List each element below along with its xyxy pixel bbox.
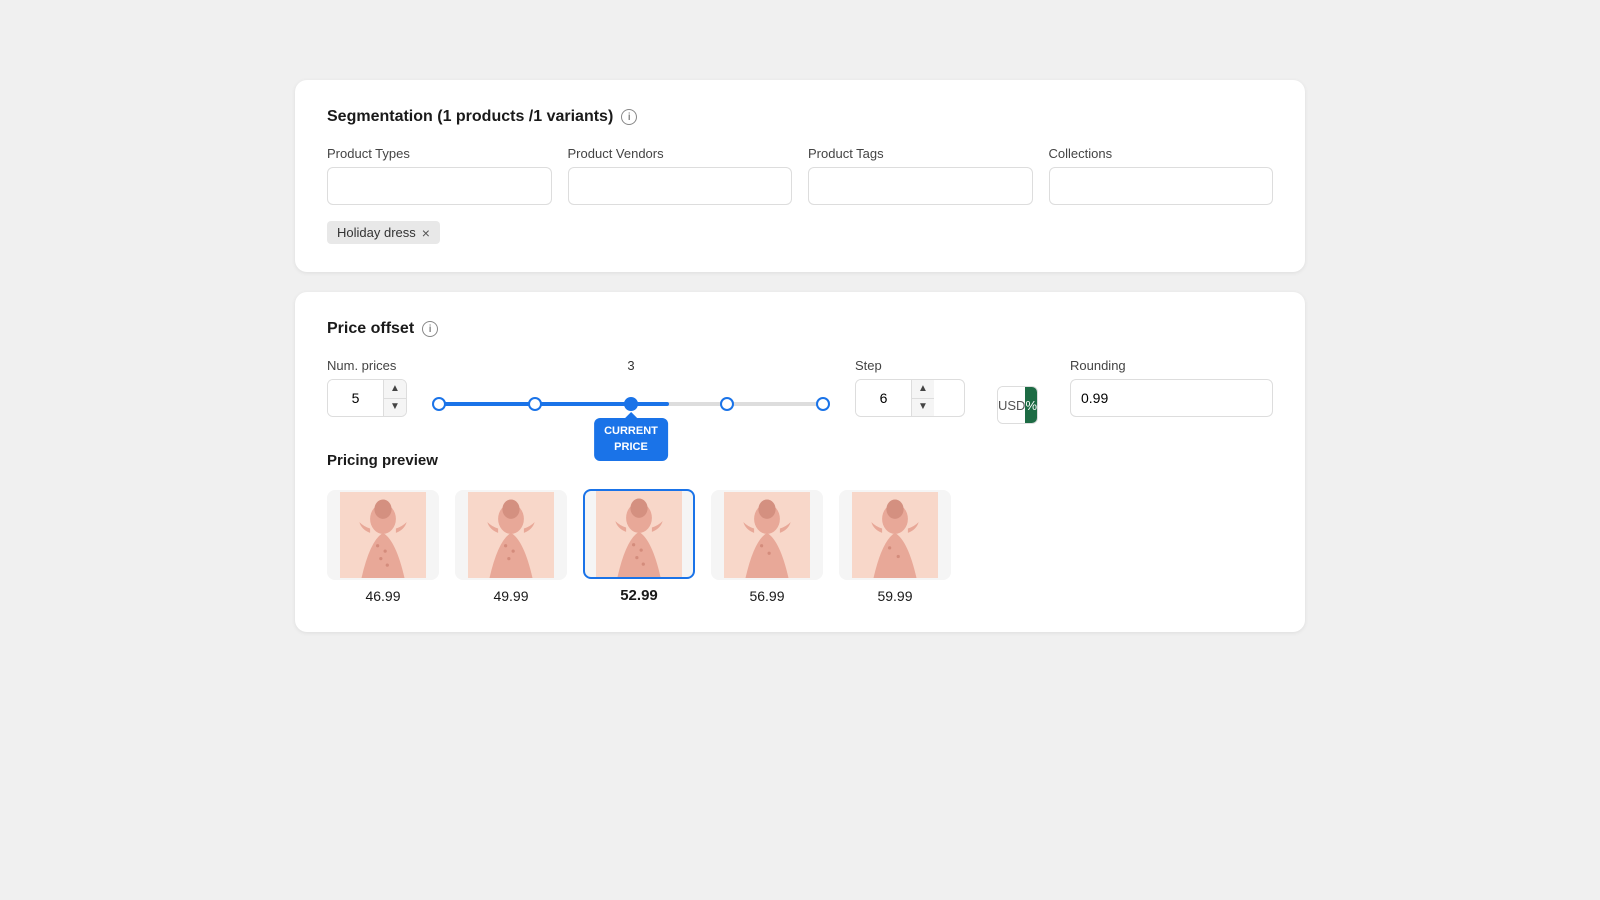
usd-button[interactable]: USD (998, 387, 1025, 423)
slider-group: 3 CURRENT PRICE (439, 358, 823, 424)
percent-button[interactable]: % (1025, 387, 1037, 423)
slider-dot-2-active[interactable]: CURRENT PRICE (624, 397, 638, 411)
price-offset-title-text: Price offset (327, 320, 414, 338)
slider-track: CURRENT PRICE (439, 402, 823, 406)
dress-image-4 (713, 492, 821, 578)
preview-price-1: 46.99 (365, 588, 400, 604)
preview-item-card-2[interactable] (455, 490, 567, 580)
num-prices-label: Num. prices (327, 358, 407, 373)
dress-image-1 (329, 492, 437, 578)
tag-label: Holiday dress (337, 225, 416, 240)
segmentation-title-text: Segmentation (1 products /1 variants) (327, 108, 613, 126)
product-vendors-input[interactable] (568, 167, 793, 205)
num-prices-stepper[interactable]: ▲ ▼ (327, 379, 407, 417)
product-tags-input[interactable] (808, 167, 1033, 205)
preview-item-5[interactable]: 59.99 (839, 490, 951, 604)
preview-item-4[interactable]: 56.99 (711, 490, 823, 604)
product-tags-group: Product Tags (808, 146, 1033, 205)
num-prices-input[interactable] (328, 380, 383, 416)
pricing-preview-section: Pricing preview (327, 452, 1273, 604)
preview-item-3[interactable]: 52.99 (583, 489, 695, 604)
product-tags-label: Product Tags (808, 146, 1033, 161)
preview-item-1[interactable]: 46.99 (327, 490, 439, 604)
product-types-label: Product Types (327, 146, 552, 161)
slider-dot-1[interactable] (528, 397, 542, 411)
main-container: Segmentation (1 products /1 variants) i … (295, 80, 1305, 632)
collections-group: Collections (1049, 146, 1274, 205)
product-vendors-label: Product Vendors (568, 146, 793, 161)
collections-input[interactable] (1049, 167, 1274, 205)
preview-items: 46.99 (327, 489, 1273, 604)
stepper-up-button[interactable]: ▲ (384, 380, 406, 399)
currency-group: USD % (997, 386, 1038, 424)
slider-dot-0[interactable] (432, 397, 446, 411)
stepper-down-button[interactable]: ▼ (384, 399, 406, 417)
preview-price-3: 52.99 (620, 587, 658, 604)
collections-label: Collections (1049, 146, 1274, 161)
preview-item-card-3[interactable] (583, 489, 695, 579)
price-offset-info-icon[interactable]: i (422, 321, 438, 337)
holiday-dress-tag[interactable]: Holiday dress × (327, 221, 440, 244)
dress-image-3 (585, 491, 693, 577)
step-down-button[interactable]: ▼ (912, 399, 934, 417)
pricing-preview-title: Pricing preview (327, 452, 1273, 469)
preview-price-5: 59.99 (877, 588, 912, 604)
preview-item-card-5[interactable] (839, 490, 951, 580)
slider-track-container[interactable]: CURRENT PRICE (439, 384, 823, 424)
num-prices-group: Num. prices ▲ ▼ (327, 358, 407, 417)
segmentation-card: Segmentation (1 products /1 variants) i … (295, 80, 1305, 272)
step-input[interactable] (856, 380, 911, 416)
preview-price-2: 49.99 (493, 588, 528, 604)
step-stepper-buttons: ▲ ▼ (911, 380, 934, 416)
currency-toggle[interactable]: USD % (997, 386, 1038, 424)
price-offset-title-row: Price offset i (327, 320, 1273, 338)
segmentation-info-icon[interactable]: i (621, 109, 637, 125)
rounding-group: Rounding (1070, 358, 1273, 417)
product-types-group: Product Types (327, 146, 552, 205)
tags-row: Holiday dress × (327, 221, 1273, 244)
price-offset-controls: Num. prices ▲ ▼ 3 (327, 358, 1273, 424)
step-group: Step ▲ ▼ (855, 358, 965, 417)
product-types-input[interactable] (327, 167, 552, 205)
rounding-label: Rounding (1070, 358, 1273, 373)
slider-value-label: 3 (627, 358, 634, 373)
step-label: Step (855, 358, 965, 373)
tooltip-line2: PRICE (614, 441, 648, 453)
segmentation-fields: Product Types Product Vendors Product Ta… (327, 146, 1273, 205)
preview-price-4: 56.99 (749, 588, 784, 604)
preview-item-2[interactable]: 49.99 (455, 490, 567, 604)
step-up-button[interactable]: ▲ (912, 380, 934, 399)
slider-dot-4[interactable] (816, 397, 830, 411)
current-price-tooltip: CURRENT PRICE (594, 418, 668, 461)
dress-image-5 (841, 492, 949, 578)
product-vendors-group: Product Vendors (568, 146, 793, 205)
preview-item-card-1[interactable] (327, 490, 439, 580)
tooltip-line1: CURRENT (604, 425, 658, 437)
segmentation-title: Segmentation (1 products /1 variants) i (327, 108, 1273, 126)
preview-item-card-4[interactable] (711, 490, 823, 580)
slider-label-row: 3 (439, 358, 823, 378)
slider-dot-3[interactable] (720, 397, 734, 411)
tag-close-icon[interactable]: × (422, 226, 430, 240)
step-stepper[interactable]: ▲ ▼ (855, 379, 965, 417)
dress-image-2 (457, 492, 565, 578)
stepper-buttons: ▲ ▼ (383, 380, 406, 416)
price-offset-card: Price offset i Num. prices ▲ ▼ 3 (295, 292, 1305, 632)
rounding-input[interactable] (1070, 379, 1273, 417)
